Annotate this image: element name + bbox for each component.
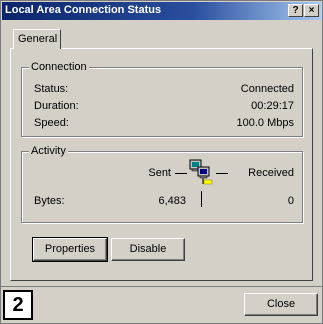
network-computers-icon: [189, 159, 213, 185]
activity-group-title: Activity: [29, 145, 68, 157]
disable-button[interactable]: Disable: [111, 238, 185, 261]
step-number-badge: 2: [3, 290, 33, 320]
title-bar[interactable]: Local Area Connection Status ? ×: [2, 2, 321, 20]
sent-line: [175, 173, 187, 174]
status-dialog: Local Area Connection Status ? × General…: [0, 0, 323, 324]
tab-general-label: General: [18, 33, 58, 45]
tab-general[interactable]: General: [13, 29, 61, 49]
speed-label: Speed:: [34, 117, 69, 129]
speed-value: 100.0 Mbps: [236, 117, 294, 129]
close-window-button[interactable]: ×: [304, 4, 319, 17]
properties-button[interactable]: Properties: [32, 237, 108, 262]
status-value: Connected: [240, 83, 294, 95]
footer-separator: [1, 286, 323, 287]
help-button[interactable]: ?: [288, 4, 303, 17]
window-title: Local Area Connection Status: [5, 4, 162, 16]
received-bytes-value: 0: [287, 195, 294, 207]
duration-value: 00:29:17: [251, 100, 294, 112]
close-button[interactable]: Close: [244, 293, 318, 316]
connection-group-title: Connection: [29, 61, 89, 73]
bytes-label: Bytes:: [34, 195, 65, 207]
sent-label: Sent: [148, 167, 171, 179]
received-label: Received: [248, 167, 294, 179]
sent-bytes-value: 6,483: [158, 195, 186, 207]
activity-divider: [201, 191, 202, 207]
status-label: Status:: [34, 83, 69, 95]
activity-group: Activity: [21, 145, 303, 223]
received-line: [216, 173, 228, 174]
duration-label: Duration:: [34, 100, 79, 112]
